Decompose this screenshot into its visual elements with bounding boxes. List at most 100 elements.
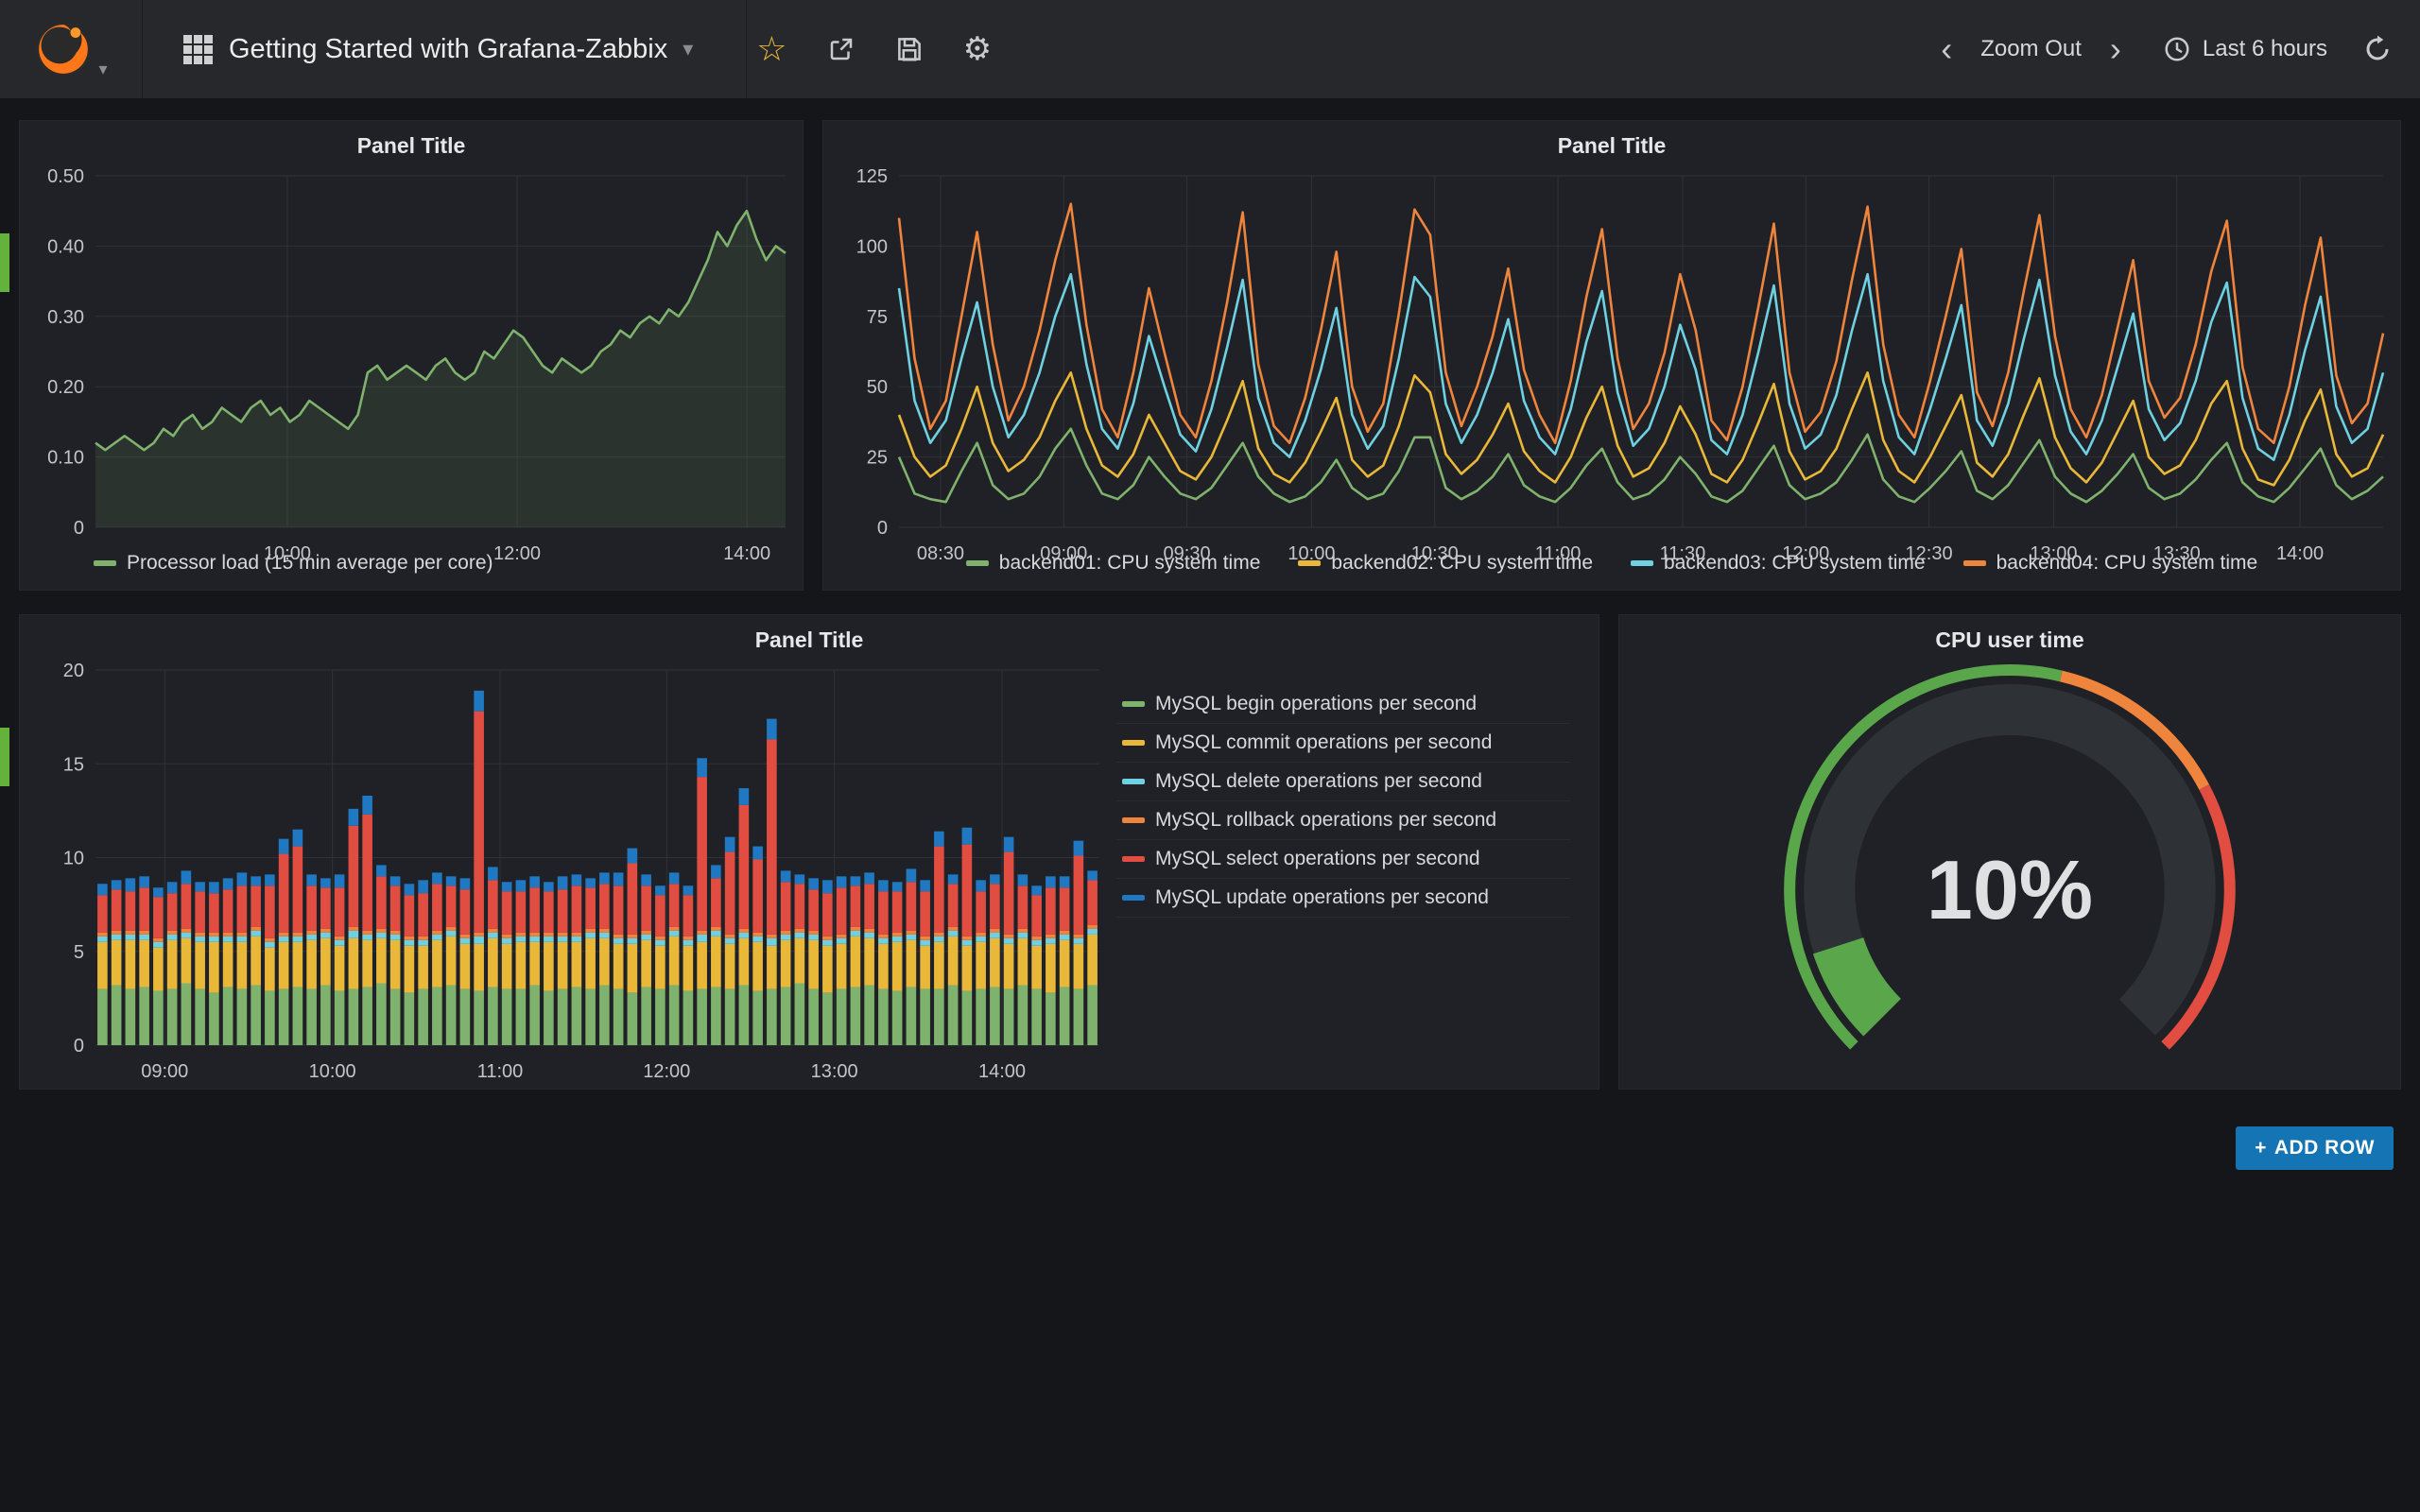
legend-item[interactable]: MySQL commit operations per second: [1116, 724, 1570, 763]
zoom-out-button[interactable]: Zoom Out: [1980, 36, 2082, 62]
gauge-value: 10%: [1927, 843, 2093, 936]
legend-item[interactable]: MySQL update operations per second: [1116, 879, 1570, 918]
add-row-bar: + ADD ROW: [19, 1113, 2401, 1170]
svg-text:100: 100: [856, 236, 888, 257]
svg-text:14:00: 14:00: [2276, 543, 2324, 564]
cpu-system-time-chart[interactable]: 025507510012508:3009:0009:3010:0010:3011…: [823, 163, 2400, 548]
legend-color-marker: [1122, 779, 1145, 784]
legend-label: MySQL begin operations per second: [1155, 693, 1477, 715]
save-icon[interactable]: [895, 35, 924, 63]
svg-text:0.10: 0.10: [47, 448, 84, 469]
series-line[interactable]: [899, 274, 2383, 459]
legend-color-marker: [1122, 817, 1145, 823]
legend-item[interactable]: MySQL rollback operations per second: [1116, 801, 1570, 840]
plus-icon: +: [2255, 1137, 2267, 1160]
svg-text:0: 0: [74, 1036, 84, 1057]
svg-text:14:00: 14:00: [978, 1061, 1026, 1082]
row-handle[interactable]: [0, 233, 9, 292]
svg-text:08:30: 08:30: [917, 543, 964, 564]
legend-label: MySQL update operations per second: [1155, 886, 1489, 909]
svg-text:09:30: 09:30: [1164, 543, 1211, 564]
svg-text:09:00: 09:00: [141, 1061, 188, 1082]
svg-text:0: 0: [877, 518, 888, 539]
dashboard-row-1: Panel Title 0 0.10 0.20 0.30 0.40 0.50 10:00 12…: [19, 120, 2401, 591]
svg-text:10:00: 10:00: [1288, 543, 1335, 564]
legend-label: MySQL select operations per second: [1155, 848, 1480, 870]
panel-cpu-system-time: Panel Title 0 25 50 75 100 125 08:30 09:00 09:30…: [822, 120, 2401, 591]
time-range-label: Last 6 hours: [2203, 36, 2327, 62]
svg-text:10: 10: [63, 849, 84, 869]
series-line[interactable]: [899, 204, 2383, 443]
star-icon[interactable]: ☆: [756, 29, 786, 69]
svg-text:75: 75: [867, 307, 888, 328]
svg-text:11:30: 11:30: [1660, 543, 1706, 564]
svg-text:13:00: 13:00: [811, 1061, 858, 1082]
svg-text:15: 15: [63, 754, 84, 775]
svg-text:5: 5: [74, 942, 84, 963]
chart-legend: MySQL begin operations per second MySQL c…: [1116, 657, 1599, 1089]
processor-load-chart[interactable]: 00.100.200.300.400.5010:0012:0014:00: [20, 163, 803, 548]
svg-text:11:00: 11:00: [1535, 543, 1582, 564]
share-icon[interactable]: [827, 35, 856, 63]
legend-item[interactable]: MySQL delete operations per second: [1116, 763, 1570, 801]
panel-cpu-user-time: CPU user time 10%: [1618, 614, 2401, 1090]
svg-text:13:00: 13:00: [2030, 543, 2077, 564]
svg-text:12:00: 12:00: [1782, 543, 1829, 564]
svg-text:0.40: 0.40: [47, 236, 84, 257]
time-range-picker[interactable]: Last 6 hours: [2163, 35, 2327, 63]
legend-label: MySQL commit operations per second: [1155, 731, 1492, 754]
time-shift-back-icon[interactable]: ‹: [1935, 32, 1958, 66]
time-shift-forward-icon[interactable]: ›: [2104, 32, 2127, 66]
series-line[interactable]: [899, 372, 2383, 485]
svg-text:13:30: 13:30: [2153, 543, 2201, 564]
svg-text:20: 20: [63, 661, 84, 681]
settings-gear-icon[interactable]: ⚙: [963, 30, 992, 68]
legend-color-marker: [1122, 740, 1145, 746]
dashboard-title: Getting Started with Grafana-Zabbix: [229, 34, 667, 65]
add-row-button[interactable]: + ADD ROW: [2236, 1126, 2394, 1170]
svg-text:25: 25: [867, 448, 888, 469]
svg-text:0.30: 0.30: [47, 307, 84, 328]
caret-down-icon: ▾: [683, 39, 693, 60]
svg-text:09:00: 09:00: [1040, 543, 1087, 564]
svg-text:12:30: 12:30: [1906, 543, 1953, 564]
time-controls: ‹ Zoom Out › Last 6 hours: [1935, 32, 2392, 66]
dashboard-row-2: Panel Title 0510152009:0010:0011:0012:00…: [19, 614, 2401, 1090]
dashboard-grid-icon: [182, 34, 214, 65]
add-row-label: ADD ROW: [2274, 1137, 2375, 1160]
row-handle[interactable]: [0, 728, 9, 786]
panel-title[interactable]: Panel Title: [20, 121, 803, 163]
svg-text:10:00: 10:00: [264, 543, 311, 564]
legend-item[interactable]: MySQL select operations per second: [1116, 840, 1570, 879]
svg-text:0.20: 0.20: [47, 377, 84, 398]
grafana-logo-icon: [34, 20, 93, 78]
cpu-user-time-gauge[interactable]: 10%: [1619, 657, 2400, 1089]
dashboard: Panel Title 0 0.10 0.20 0.30 0.40 0.50 10:00 12…: [0, 98, 2420, 1170]
clock-icon: [2163, 35, 2191, 63]
legend-label: MySQL delete operations per second: [1155, 770, 1482, 793]
legend-label: MySQL rollback operations per second: [1155, 809, 1496, 832]
svg-text:12:00: 12:00: [643, 1061, 690, 1082]
dashboard-picker[interactable]: Getting Started with Grafana-Zabbix ▾: [167, 0, 708, 98]
svg-text:50: 50: [867, 377, 888, 398]
mysql-operations-chart[interactable]: 0510152009:0010:0011:0012:0013:0014:00: [20, 657, 1116, 1089]
navbar: ▾ Getting Started with Grafana-Zabbix ▾ …: [0, 0, 2420, 98]
main-menu-button[interactable]: ▾: [0, 0, 143, 98]
refresh-icon[interactable]: [2363, 35, 2392, 63]
panel-title[interactable]: CPU user time: [1619, 615, 2400, 657]
svg-text:12:00: 12:00: [493, 543, 541, 564]
legend-color-marker: [1122, 856, 1145, 862]
svg-text:0: 0: [74, 518, 84, 539]
svg-text:0.50: 0.50: [47, 166, 84, 187]
legend-item[interactable]: MySQL begin operations per second: [1116, 685, 1570, 724]
caret-down-icon: ▾: [98, 60, 107, 77]
panel-processor-load: Panel Title 0 0.10 0.20 0.30 0.40 0.50 10:00 12…: [19, 120, 804, 591]
panel-title[interactable]: Panel Title: [823, 121, 2400, 163]
svg-text:11:00: 11:00: [477, 1061, 524, 1082]
panel-title[interactable]: Panel Title: [20, 615, 1599, 657]
dashboard-actions: ☆ ⚙: [746, 0, 1001, 98]
svg-text:14:00: 14:00: [723, 543, 770, 564]
legend-color-marker: [1122, 895, 1145, 901]
svg-text:125: 125: [856, 166, 888, 187]
panel-mysql-operations: Panel Title 0510152009:0010:0011:0012:00…: [19, 614, 1599, 1090]
